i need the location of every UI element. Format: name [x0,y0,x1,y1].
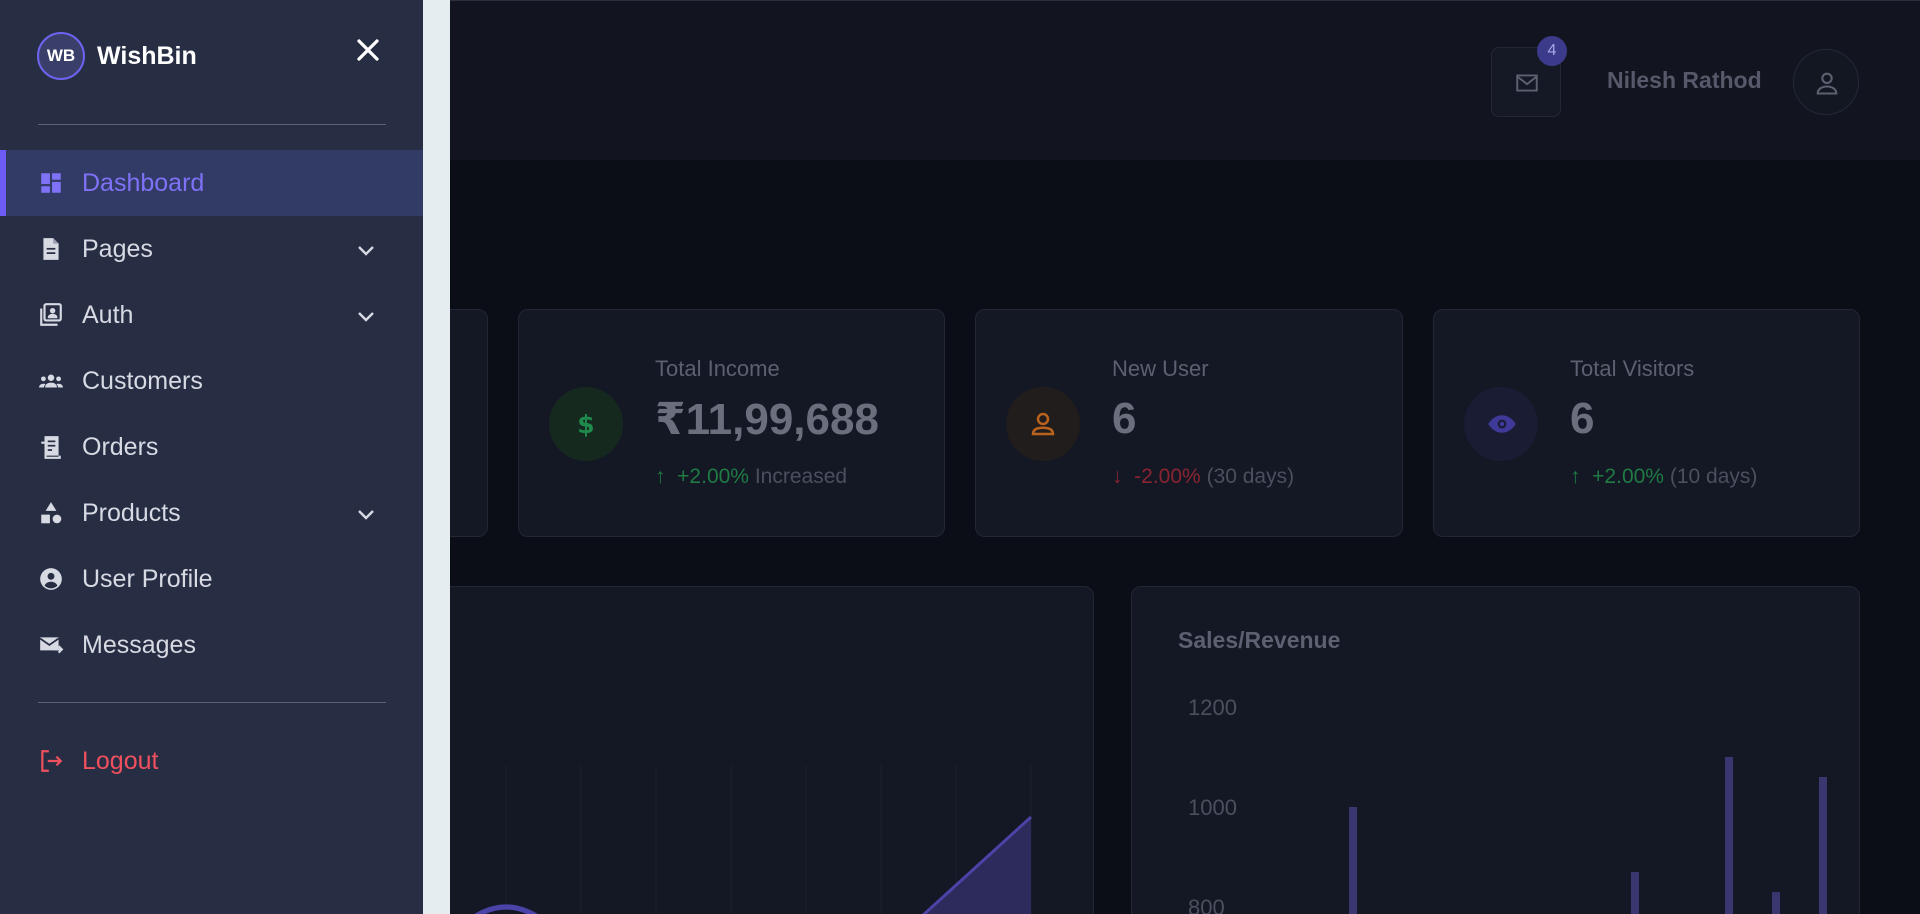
sidebar-item-label: Customers [82,367,203,395]
sidebar-item-orders[interactable]: Orders [0,414,423,480]
chevron-down-icon [358,510,374,520]
receipt-icon [41,436,61,459]
sidebar-item-label: Auth [82,301,134,329]
delta-note: (10 days) [1669,465,1758,488]
card-value: 6 [1570,394,1595,443]
group-icon [39,374,63,388]
card-delta: ↑ +2.00% (10 days) [1570,465,1757,489]
bar [1631,872,1639,914]
delta-percent: +2.00% [1592,465,1664,488]
eye-icon [1488,415,1516,433]
card-value: 6 [1112,394,1137,443]
logout-button[interactable]: Logout [0,728,423,794]
dashboard-page: 4 Nilesh Rathod $ Total Income ₹11,99,68… [0,0,1920,914]
mail-icon [1516,74,1538,92]
y-tick-label: 800 [1188,895,1225,914]
sidebar-item-messages[interactable]: Messages [0,612,423,678]
auth-badge-icon [40,303,62,326]
svg-text:$: $ [577,410,594,439]
mail-icon [39,637,64,654]
sidebar-item-auth[interactable]: Auth [0,282,423,348]
sidebar-item-label: Orders [82,433,159,461]
notification-count-badge: 4 [1537,36,1567,66]
card-title: Total Visitors [1570,356,1695,381]
person-icon [1816,72,1838,95]
card-value: ₹11,99,688 [655,395,879,444]
card-delta: ↓ -2.00% (30 days) [1112,465,1294,489]
category-shapes-icon [41,502,62,524]
person-icon [1031,412,1055,436]
card-icon-wrap [1464,387,1538,461]
sidebar-divider-top [38,124,386,125]
y-tick-label: 1000 [1188,795,1237,820]
logout-icon [41,750,63,772]
sidebar-item-label: Dashboard [82,169,205,197]
dashboard-icon [41,173,61,193]
card-icon-wrap [1006,387,1080,461]
y-tick-label: 1200 [1188,695,1237,720]
delta-percent: +2.00% [677,465,749,488]
logo: WB [37,32,85,80]
sidebar-item-products[interactable]: Products [0,480,423,546]
close-icon [357,39,379,61]
trend-arrow-up-icon: ↑ [1570,465,1581,488]
sidebar-item-dashboard[interactable]: Dashboard [0,150,423,216]
sidebar-item-customers[interactable]: Customers [0,348,423,414]
delta-note: Increased [754,465,848,488]
user-name[interactable]: Nilesh Rathod [1607,67,1762,94]
delta-percent: -2.00% [1134,465,1201,488]
sidebar-item-user-profile[interactable]: User Profile [0,546,423,612]
bar [1772,892,1780,914]
sidebar: WB WishBin Dashboard Pages Auth Customer… [0,0,423,914]
trend-arrow-up-icon: ↑ [655,465,666,488]
sales-revenue-panel: Sales/Revenue 1200 1000 800 [1131,586,1860,914]
sidebar-divider-bottom [38,702,386,703]
sidebar-item-pages[interactable]: Pages [0,216,423,282]
logout-label: Logout [82,747,159,775]
stat-card-total-visitors: Total Visitors 6 ↑ +2.00% (10 days) [1433,309,1860,537]
trend-arrow-down-icon: ↓ [1112,465,1123,488]
card-title: New User [1112,356,1209,381]
sidebar-scrollbar[interactable] [423,0,450,914]
user-avatar-button[interactable] [1793,49,1859,115]
brand-name: WishBin [97,42,197,70]
chevron-down-icon [358,246,374,256]
card-title: Total Income [655,356,780,381]
sidebar-item-label: Pages [82,235,153,263]
bar [1819,777,1827,914]
sidebar-item-label: User Profile [82,565,213,593]
card-icon-wrap: $ [549,387,623,461]
dollar-icon: $ [577,410,594,439]
close-sidebar-button[interactable] [350,32,386,68]
stat-card-total-income: $ Total Income ₹11,99,688 ↑ +2.00% Incre… [518,309,945,537]
document-icon [43,238,59,260]
delta-note: (30 days) [1206,465,1295,488]
sidebar-item-label: Messages [82,631,196,659]
account-circle-icon [40,568,62,590]
stat-card-new-user: New User 6 ↓ -2.00% (30 days) [975,309,1403,537]
sidebar-item-label: Products [82,499,181,527]
chevron-down-icon [358,312,374,322]
card-delta: ↑ +2.00% Increased [655,465,847,489]
bar [1725,757,1733,914]
sales-revenue-chart: 1200 1000 800 [1188,695,1827,914]
bar [1349,807,1357,914]
